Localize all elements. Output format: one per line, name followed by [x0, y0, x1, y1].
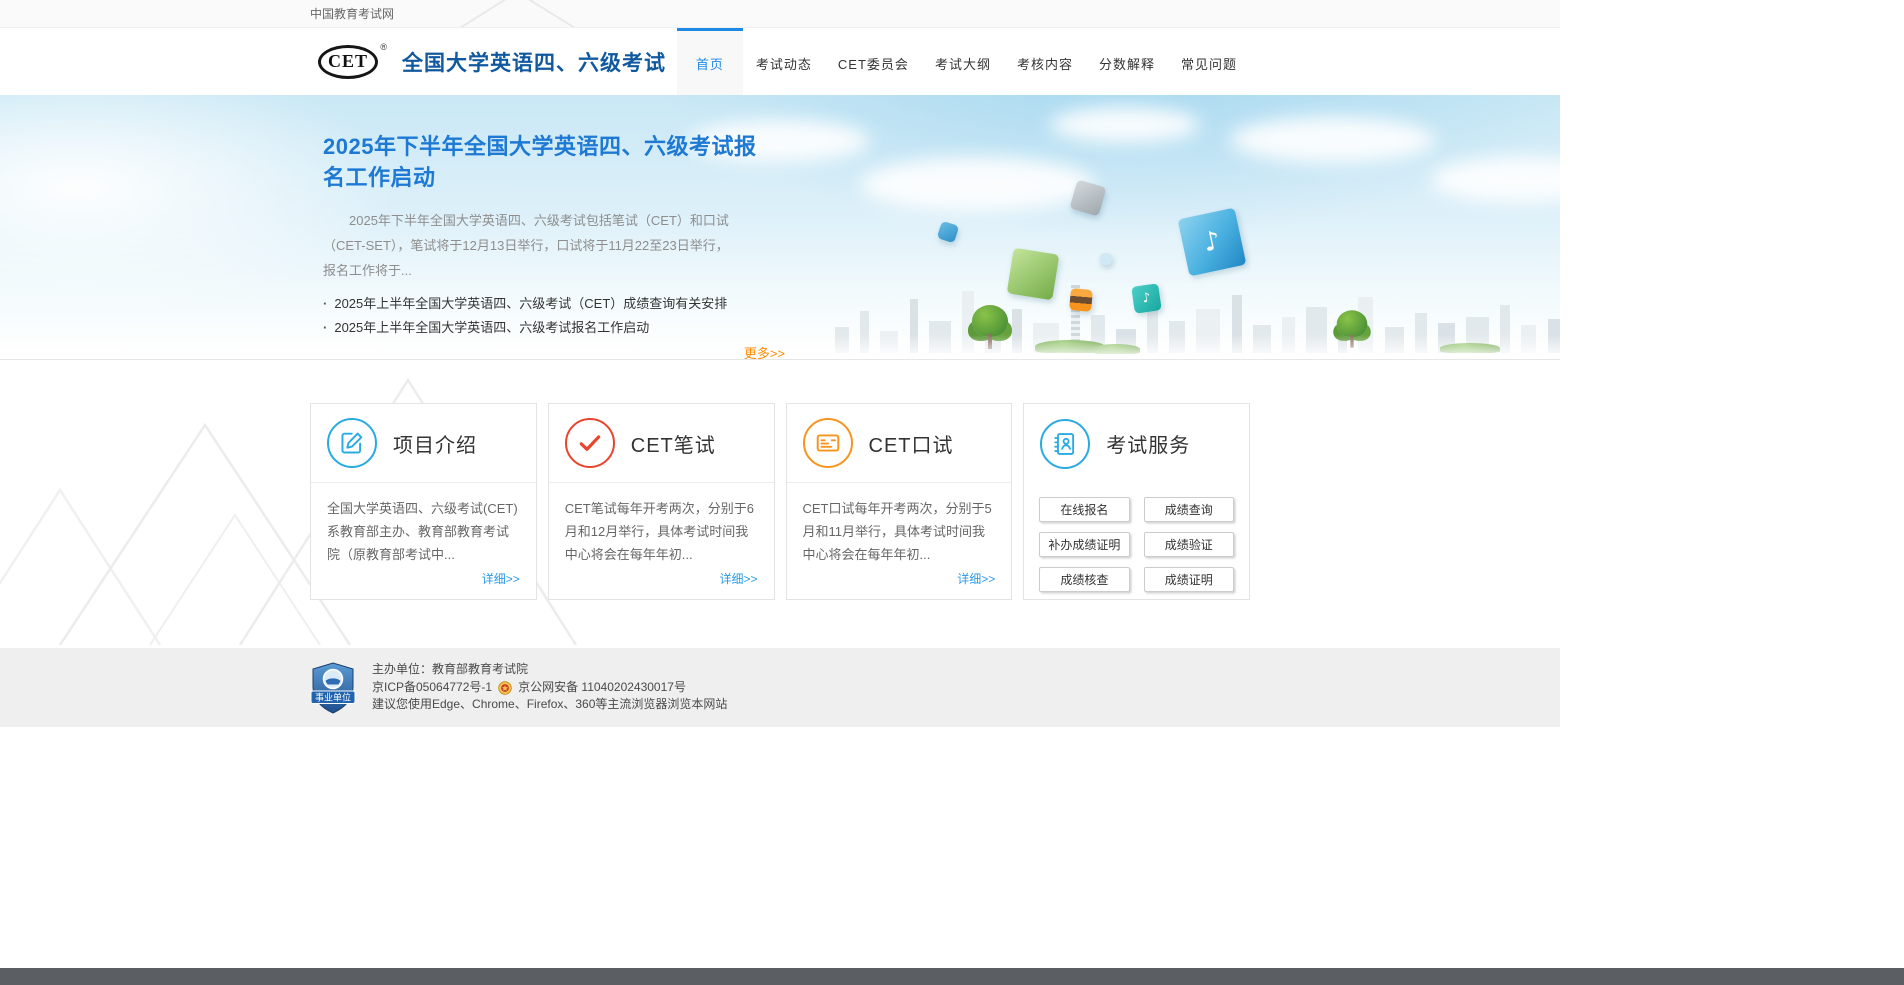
page: 中国教育考试网 CET ® 全国大学英语四、六级考试 首页 考试动态 CET委员… [0, 0, 1560, 727]
news-item[interactable]: 2025年上半年全国大学英语四、六级考试（CET）成绩查询有关安排 [323, 292, 785, 316]
service-score-certificate[interactable]: 成绩证明 [1143, 567, 1234, 592]
card-project-intro: 项目介绍 全国大学英语四、六级考试(CET)系教育部主办、教育部教育考试院（原教… [310, 403, 537, 600]
card-body-text: CET口试每年开考两次，分别于5月和11月举行，具体考试时间我中心将会在每年年初… [802, 501, 992, 562]
card-title: 考试服务 [1106, 435, 1191, 457]
nav-item-assessment-content[interactable]: 考核内容 [1004, 28, 1086, 95]
icp-filing-link[interactable]: 京ICP备05064772号-1 [372, 679, 492, 697]
service-score-recheck[interactable]: 成绩核查 [1039, 567, 1130, 592]
tree-decoration [1335, 310, 1369, 348]
card-title: CET口试 [868, 434, 954, 457]
grass-decoration [1440, 343, 1500, 353]
checkmark-icon [564, 418, 615, 468]
hero-excerpt: 2025年下半年全国大学英语四、六级考试包括笔试（CET）和口试（CET-SET… [323, 213, 729, 278]
service-score-query[interactable]: 成绩查询 [1143, 497, 1234, 522]
nav-item-cet-committee[interactable]: CET委员会 [825, 28, 922, 95]
header: CET ® 全国大学英语四、六级考试 首页 考试动态 CET委员会 考试大纲 考… [0, 28, 1560, 95]
triangle-watermark [459, 0, 576, 27]
card-cet-oral-test: CET口试 CET口试每年开考两次，分别于5月和11月举行，具体考试时间我中心将… [785, 403, 1013, 600]
building-silhouette [1414, 313, 1427, 353]
cards-section: 项目介绍 全国大学英语四、六级考试(CET)系教育部主办、教育部教育考试院（原教… [0, 360, 1560, 648]
registered-mark: ® [380, 41, 387, 52]
bottom-bar [0, 968, 1904, 985]
footer-text: 主办单位：教育部教育考试院 京ICP备05064772号-1 京公网安备 110… [372, 661, 727, 714]
more-link[interactable]: 更多>> [323, 343, 785, 359]
card-cet-written-test: CET笔试 CET笔试每年开考两次，分别于6月和12月举行，具体考试时间我中心将… [547, 403, 775, 600]
detail-link[interactable]: 详细>> [482, 570, 520, 587]
svg-text:事业单位: 事业单位 [315, 691, 351, 702]
hero-headline[interactable]: 2025年下半年全国大学英语四、六级考试报名工作启动 [323, 131, 763, 193]
nav-item-home[interactable]: 首页 [676, 28, 743, 95]
cloud-decoration [1230, 117, 1435, 163]
cloud-decoration [1430, 157, 1560, 203]
browser-tip: 建议您使用Edge、Chrome、Firefox、360等主流浏览器浏览本网站 [372, 697, 728, 712]
notebook-icon [1040, 418, 1091, 469]
building-silhouette [1281, 317, 1295, 353]
service-score-verification[interactable]: 成绩验证 [1143, 532, 1234, 557]
site-title: 全国大学英语四、六级考试 [402, 51, 666, 75]
compose-icon [327, 418, 377, 468]
service-online-registration[interactable]: 在线报名 [1039, 497, 1130, 522]
building-silhouette [1384, 327, 1404, 353]
police-badge-icon [498, 680, 512, 695]
police-filing-link[interactable]: 京公网安备 11040202430017号 [518, 679, 686, 697]
service-buttons: 在线报名 成绩查询 补办成绩证明 成绩验证 成绩核查 成绩证明 [1024, 483, 1249, 592]
nav-item-faq[interactable]: 常见问题 [1168, 28, 1250, 95]
nav-item-exam-syllabus[interactable]: 考试大纲 [922, 28, 1004, 95]
detail-link[interactable]: 详细>> [719, 570, 757, 587]
building-silhouette [1547, 319, 1560, 353]
card-body-text: CET笔试每年开考两次，分别于6月和12月举行，具体考试时间我中心将会在每年年初… [564, 501, 754, 562]
building-silhouette [1521, 325, 1537, 353]
nav-item-score-interpretation[interactable]: 分数解释 [1086, 28, 1168, 95]
footer: 事业单位 主办单位：教育部教育考试院 京ICP备05064772号-1 京公网安… [0, 648, 1560, 727]
building-silhouette [1500, 305, 1511, 353]
institution-badge-icon: 事业单位 [310, 661, 356, 714]
cet-logo: CET ® [318, 42, 387, 79]
organizer-line: 主办单位：教育部教育考试院 [372, 662, 529, 677]
news-list: 2025年上半年全国大学英语四、六级考试（CET）成绩查询有关安排 2025年上… [323, 292, 785, 340]
card-body-text: 全国大学英语四、六级考试(CET)系教育部主办、教育部教育考试院（原教育部考试中… [327, 501, 518, 562]
cet-logo-text: CET [318, 44, 378, 79]
site-name: 中国教育考试网 [310, 7, 395, 21]
service-score-certificate-replacement[interactable]: 补办成绩证明 [1039, 532, 1130, 557]
hero-content: 2025年下半年全国大学英语四、六级考试报名工作启动 2025年下半年全国大学英… [323, 95, 785, 359]
main-nav: 首页 考试动态 CET委员会 考试大纲 考核内容 分数解释 常见问题 [676, 28, 1250, 95]
card-title: CET笔试 [630, 434, 716, 457]
id-card-icon [802, 418, 853, 468]
hero-banner: ♪ ♪ 2025年下半年全国大学英语四、六级考试报名工作启动 2025年下半年全… [0, 95, 1560, 360]
card-exam-services: 考试服务 在线报名 成绩查询 补办成绩证明 成绩验证 成绩核查 成绩证明 [1023, 403, 1250, 600]
topbar: 中国教育考试网 [0, 0, 1560, 28]
building-silhouette [1252, 325, 1271, 353]
building-silhouette [1306, 307, 1328, 353]
detail-link[interactable]: 详细>> [957, 570, 995, 587]
news-item[interactable]: 2025年上半年全国大学英语四、六级考试报名工作启动 [323, 316, 785, 340]
card-title: 项目介绍 [393, 434, 477, 457]
nav-item-exam-news[interactable]: 考试动态 [743, 28, 825, 95]
card-row: 项目介绍 全国大学英语四、六级考试(CET)系教育部主办、教育部教育考试院（原教… [310, 403, 1250, 600]
